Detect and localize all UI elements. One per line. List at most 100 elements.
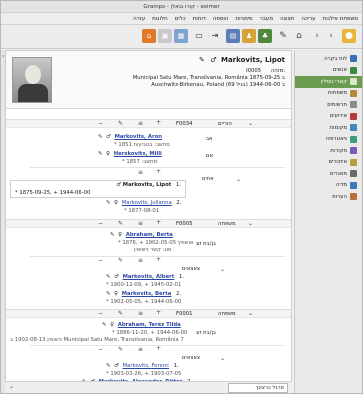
sidebar-item-sources[interactable]: מקורות — [295, 145, 362, 157]
family-icon[interactable]: ♟ — [242, 29, 256, 43]
family2-spouse-name[interactable]: Abraham, Teréz Tilda — [118, 322, 181, 328]
person-name[interactable]: Markovits, Lipot — [221, 56, 285, 64]
add-icon[interactable]: + — [156, 219, 161, 226]
geography-icon — [350, 135, 357, 143]
add-icon[interactable]: + — [156, 256, 161, 263]
person-add-icon[interactable]: ● — [342, 29, 356, 43]
edit-icon[interactable]: ✎ — [199, 56, 205, 64]
add-icon[interactable]: + — [156, 345, 161, 352]
status-filter-button[interactable]: סרגל כרצונך — [228, 383, 288, 393]
sidebar-item-events[interactable]: אירועים — [295, 111, 362, 123]
reorder-icon[interactable]: ≡ — [138, 220, 143, 227]
reorder-icon[interactable]: ≡ — [138, 169, 143, 176]
chevron-down-icon[interactable]: ⌄ — [248, 310, 253, 317]
edit-icon[interactable]: ✎ — [118, 310, 123, 317]
home-icon[interactable]: ⌂ — [292, 29, 306, 43]
mother-row: ✎ ♀ Herskovits, Milli — [98, 151, 162, 157]
tree-icon[interactable]: ♣ — [258, 29, 272, 43]
relationships-icon — [350, 78, 357, 86]
sidebar-item-relationships[interactable]: קשרי גומלין — [295, 76, 362, 88]
edit-icon[interactable]: ✎ — [106, 200, 110, 206]
edit-icon[interactable]: ✎ — [106, 363, 110, 369]
menu-view[interactable]: תצוגה — [280, 16, 294, 22]
sidebar-item-charts[interactable]: תרשימים — [295, 99, 362, 111]
remove-icon[interactable]: − — [98, 257, 103, 264]
edit-icon[interactable]: ✎ — [118, 120, 123, 127]
reorder-icon[interactable]: ≡ — [138, 346, 143, 353]
edit-icon[interactable]: ✎ — [98, 134, 102, 140]
add-icon[interactable]: + — [156, 309, 161, 316]
sibling-current-box[interactable]: ♂ Markovits, Lipot 1. * 1875-09-25, + 19… — [10, 180, 186, 198]
reorder-icon[interactable]: ≡ — [138, 120, 143, 127]
edit-icon[interactable]: ✎ — [106, 291, 110, 297]
edit-icon[interactable]: ✎ — [102, 322, 106, 328]
menu-family-trees[interactable]: משפחת אילנות — [323, 16, 358, 22]
edit-icon[interactable]: ✎ — [118, 257, 123, 264]
edit-icon[interactable]: ✎ — [98, 151, 102, 157]
sidebar-item-notes[interactable]: הערות — [295, 191, 362, 203]
sidebar-item-places[interactable]: מקומות — [295, 122, 362, 134]
config-icon[interactable]: ▦ — [174, 29, 188, 43]
sidebar-item-people[interactable]: אנשים — [295, 65, 362, 77]
forward-icon[interactable]: › — [310, 29, 324, 43]
sidebar-item-dashboard[interactable]: לוח בקרה — [295, 53, 362, 65]
repositories-icon — [350, 170, 357, 178]
mother-name[interactable]: Herskovits, Milli — [114, 151, 162, 157]
print-icon[interactable]: ▣ — [158, 29, 172, 43]
reorder-icon[interactable]: ≡ — [138, 257, 143, 264]
status-bar: ⌄ סרגל כרצונך — [5, 381, 292, 393]
sibling-2-name[interactable]: Markovits, Julianna — [122, 200, 172, 206]
menu-go[interactable]: מעבר — [260, 16, 273, 22]
sidebar-item-geography[interactable]: גיאוגרפיה — [295, 134, 362, 146]
gramps-window: Gramps - קורו גנאלן - eximer משפחת אילנו… — [0, 0, 363, 394]
family1-spouse-name[interactable]: Abraham, Berta — [126, 232, 173, 238]
add-icon[interactable]: + — [156, 119, 161, 126]
menu-tools[interactable]: כלים — [175, 16, 186, 22]
reorder-icon[interactable]: ≡ — [138, 310, 143, 317]
chevron-down-icon[interactable]: ⌄ — [236, 176, 241, 183]
mother-note: * מחשב: 1857 — [122, 159, 158, 165]
female-icon: ♀ — [114, 200, 119, 206]
edit-icon[interactable]: ✎ — [118, 346, 123, 353]
export-icon[interactable]: ⌂ — [142, 29, 156, 43]
family1-child-2-name[interactable]: Markovits, Berta — [122, 291, 172, 297]
parents-family-id: F0034 — [176, 121, 193, 127]
chart-icon[interactable]: ▤ — [226, 29, 240, 43]
dashboard-icon — [350, 55, 357, 63]
sidebar-item-repositories[interactable]: מאגרים — [295, 168, 362, 180]
add-icon[interactable]: + — [156, 168, 161, 175]
edit-icon[interactable]: ✎ — [106, 274, 110, 280]
remove-icon[interactable]: − — [98, 120, 103, 127]
menu-bookmarks[interactable]: סימניות — [236, 16, 253, 22]
chevron-down-icon[interactable]: ⌄ — [220, 266, 225, 273]
chevron-down-icon[interactable]: ⌄ — [248, 120, 253, 127]
menu-windows[interactable]: חלונות — [152, 16, 168, 22]
edit-icon[interactable]: ✎ — [276, 29, 290, 43]
view-icon[interactable]: ▭ — [192, 29, 206, 43]
bookmark-icon[interactable]: ⇥ — [208, 29, 222, 43]
father-name[interactable]: Markovits, Aron — [115, 134, 162, 140]
menu-help[interactable]: עזרה — [133, 16, 145, 22]
female-icon: ♂ — [116, 182, 122, 188]
menu-edit[interactable]: עריכה — [301, 16, 315, 22]
remove-icon[interactable]: − — [98, 346, 103, 353]
remove-icon[interactable]: − — [98, 310, 103, 317]
person-id-row: I0005 מזהה: — [246, 68, 285, 74]
edit-icon[interactable]: ✎ — [118, 220, 123, 227]
chevron-down-icon[interactable]: ⌄ — [220, 355, 225, 362]
menu-add[interactable]: הוספה — [213, 16, 229, 22]
remove-icon[interactable]: − — [98, 220, 103, 227]
family1-child-1-name[interactable]: Markovits, Albert — [123, 274, 175, 280]
status-selector[interactable]: ⌄ — [9, 383, 14, 390]
female-icon: ♀ — [118, 232, 123, 238]
person-photo[interactable] — [12, 57, 52, 103]
sidebar-item-families[interactable]: משפחות — [295, 88, 362, 100]
sidebar-item-media[interactable]: מדיה — [295, 180, 362, 192]
sidebar-item-citations[interactable]: איזכורים — [295, 157, 362, 169]
back-icon[interactable]: ‹ — [324, 29, 338, 43]
menu-reports[interactable]: דוחות — [193, 16, 206, 22]
family2-child-1-name[interactable]: Markovits, Ferenc — [123, 363, 170, 369]
edit-icon[interactable]: ✎ — [110, 232, 114, 238]
chevron-down-icon[interactable]: ⌄ — [248, 220, 253, 227]
toolbar: ● ‹ › ⌂ ✎ ♣ ♟ ▤ ⇥ ▭ ▦ ▣ ⌂ — [1, 25, 362, 49]
